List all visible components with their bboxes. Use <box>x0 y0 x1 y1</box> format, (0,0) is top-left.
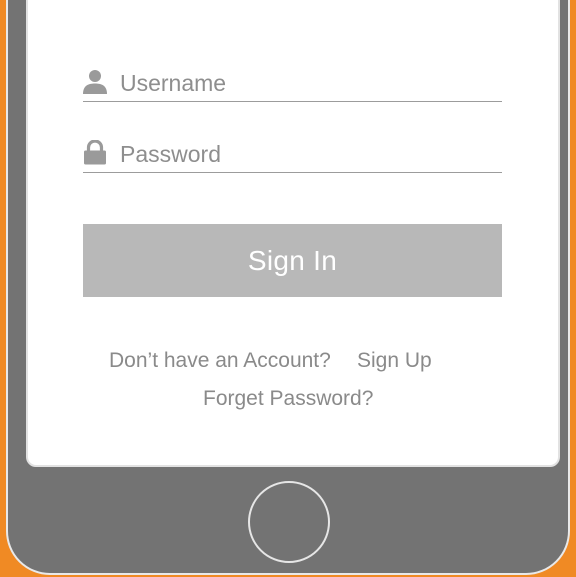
username-field <box>83 66 502 102</box>
account-row: Don’t have an Account? Sign Up <box>0 349 576 377</box>
username-input[interactable] <box>120 66 490 100</box>
sign-up-link[interactable]: Sign Up <box>357 349 432 373</box>
password-input[interactable] <box>120 137 490 171</box>
lock-icon <box>83 139 107 166</box>
password-field <box>83 137 502 173</box>
account-prompt: Don’t have an Account? <box>109 349 331 372</box>
user-icon <box>83 69 107 95</box>
forget-password-link[interactable]: Forget Password? <box>203 387 373 411</box>
app-stage: Sign In Don’t have an Account? Sign Up F… <box>0 0 576 577</box>
home-button[interactable] <box>248 481 330 563</box>
sign-in-button[interactable]: Sign In <box>83 224 502 297</box>
